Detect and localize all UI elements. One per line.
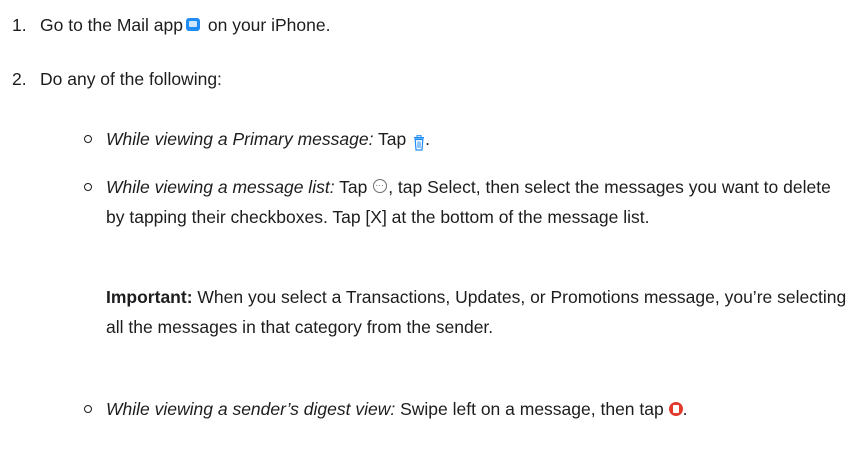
- step-number: 1.: [12, 15, 27, 35]
- step-text: Go to the Mail app on your iPhone.: [40, 10, 330, 40]
- step-number: 2.: [12, 69, 27, 89]
- bullet-label: While viewing a message list:: [106, 177, 335, 197]
- bullet-label: While viewing a Primary message:: [106, 129, 374, 149]
- bullet-text: While viewing a message list: Tap , tap …: [106, 170, 851, 232]
- mail-app-icon: [186, 17, 200, 31]
- bullet-text: While viewing a sender’s digest view: Sw…: [106, 394, 851, 424]
- bullet-text: While viewing a Primary message: Tap .: [106, 124, 851, 154]
- bullet-marker: [84, 183, 92, 191]
- bullet-marker: [84, 135, 92, 143]
- red-trash-icon: [668, 402, 683, 417]
- bullet-text-after: .: [425, 129, 430, 149]
- trash-icon: [413, 130, 425, 151]
- more-icon: [373, 170, 388, 200]
- step-text-after: on your iPhone.: [203, 15, 331, 35]
- bullet-label: While viewing a sender’s digest view:: [106, 399, 396, 419]
- step-text: Do any of the following:: [40, 69, 222, 89]
- important-text: When you select a Transactions, Updates,…: [106, 287, 847, 337]
- bullet-marker: [84, 405, 92, 413]
- bullet-text-before: Swipe left on a message, then tap: [395, 399, 669, 419]
- important-label: Important:: [106, 287, 193, 307]
- important-note: Important: When you select a Transaction…: [106, 282, 851, 342]
- bullet-text-after: .: [682, 399, 688, 419]
- bullet-text-before: Tap: [373, 129, 412, 149]
- step-text-before: Go to the Mail app: [40, 15, 183, 35]
- bullet-text-before: Tap: [334, 177, 373, 197]
